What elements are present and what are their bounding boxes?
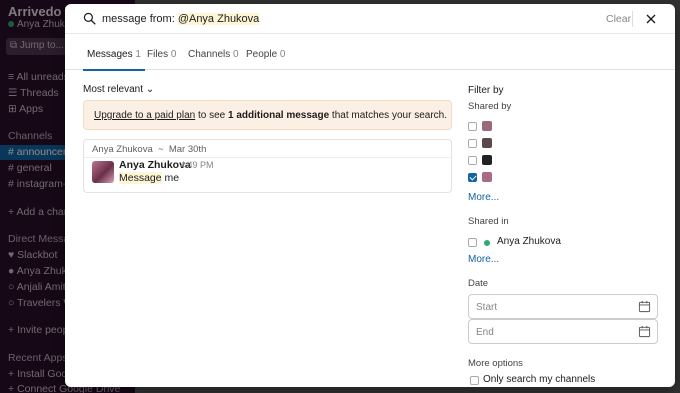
shared-by-checkbox[interactable] bbox=[468, 139, 477, 148]
tab-messages[interactable]: Messages 1 bbox=[83, 49, 145, 71]
tab-label: Messages bbox=[87, 49, 133, 60]
avatar bbox=[482, 138, 492, 148]
upgrade-text: to see bbox=[195, 110, 228, 121]
avatar bbox=[482, 121, 492, 131]
tab-label: People bbox=[246, 49, 278, 60]
message-rest: me bbox=[161, 172, 180, 184]
calendar-icon[interactable] bbox=[638, 325, 651, 338]
shared-by-checkbox-checked[interactable] bbox=[468, 173, 477, 182]
avatar[interactable] bbox=[92, 161, 114, 183]
shared-in-checkbox[interactable] bbox=[468, 238, 477, 247]
only-my-channels-checkbox[interactable] bbox=[470, 376, 479, 385]
query-text: message from: bbox=[102, 13, 178, 25]
end-date-field[interactable]: End bbox=[468, 319, 658, 344]
tab-label: Channels bbox=[188, 49, 231, 60]
shared-by-checkbox[interactable] bbox=[468, 156, 477, 165]
result-tabs: Messages 1 Files 0 Channels 0 People 0 bbox=[65, 34, 675, 71]
divider bbox=[84, 157, 451, 158]
start-placeholder: Start bbox=[476, 302, 498, 313]
tab-count: 1 bbox=[135, 49, 141, 60]
meta-separator: ~ bbox=[158, 144, 164, 155]
tab-label: Files bbox=[147, 49, 169, 60]
shared-by-more-link[interactable]: More... bbox=[468, 192, 499, 203]
search-input[interactable]: message from: @Anya Zhukova bbox=[102, 13, 260, 25]
online-status-dot bbox=[484, 240, 490, 246]
shared-in-label: Shared in bbox=[468, 216, 509, 227]
clear-button[interactable]: Clear bbox=[606, 13, 631, 25]
date-label: Date bbox=[468, 278, 489, 289]
upgrade-banner: Upgrade to a paid plan to see 1 addition… bbox=[83, 100, 452, 130]
close-icon[interactable] bbox=[644, 12, 658, 26]
shared-by-list-bg bbox=[493, 116, 583, 186]
only-my-channels-label: Only search my channels bbox=[483, 374, 596, 385]
search-modal: message from: @Anya Zhukova Clear Messag… bbox=[65, 4, 675, 387]
calendar-icon[interactable] bbox=[638, 300, 651, 313]
start-date-field[interactable]: Start bbox=[468, 294, 658, 319]
shared-in-item: Anya Zhukova bbox=[497, 236, 561, 247]
search-bar[interactable]: message from: @Anya Zhukova Clear bbox=[65, 4, 675, 34]
upgrade-link[interactable]: Upgrade to a paid plan bbox=[94, 110, 195, 121]
tab-count: 0 bbox=[279, 49, 286, 60]
shared-by-label: Shared by bbox=[468, 101, 512, 112]
tab-count: 0 bbox=[170, 49, 177, 60]
shared-in-more-link[interactable]: More... bbox=[468, 254, 499, 265]
upgrade-count: 1 additional message bbox=[228, 110, 330, 121]
upgrade-text-end: that matches your search. bbox=[329, 110, 447, 121]
message-match: Message bbox=[119, 172, 162, 184]
result-date: Mar 30th bbox=[168, 144, 207, 155]
result-meta: Anya Zhukova ~ Mar 30th bbox=[92, 144, 206, 155]
sort-label: Most relevant bbox=[83, 84, 144, 95]
end-placeholder: End bbox=[476, 327, 494, 338]
tab-count: 0 bbox=[233, 49, 239, 60]
tab-people[interactable]: People 0 bbox=[246, 49, 285, 60]
avatar bbox=[482, 172, 492, 182]
filter-title: Filter by bbox=[468, 85, 504, 96]
query-from-token: @Anya Zhukova bbox=[177, 13, 260, 25]
avatar bbox=[482, 155, 492, 165]
tab-files[interactable]: Files 0 bbox=[147, 49, 176, 60]
message-timestamp[interactable]: 4:49 PM bbox=[180, 160, 214, 170]
chevron-down-icon: ⌄ bbox=[145, 84, 155, 95]
search-result-card[interactable]: Anya Zhukova ~ Mar 30th Anya Zhukova 4:4… bbox=[83, 139, 452, 193]
sort-dropdown[interactable]: Most relevant ⌄ bbox=[83, 84, 154, 95]
search-icon bbox=[83, 12, 96, 25]
divider bbox=[632, 11, 633, 27]
shared-by-checkbox[interactable] bbox=[468, 122, 477, 131]
result-channel[interactable]: Anya Zhukova bbox=[92, 144, 153, 155]
message-text: Message me bbox=[119, 172, 179, 184]
tab-channels[interactable]: Channels 0 bbox=[188, 49, 239, 60]
more-options-label: More options bbox=[468, 358, 523, 369]
